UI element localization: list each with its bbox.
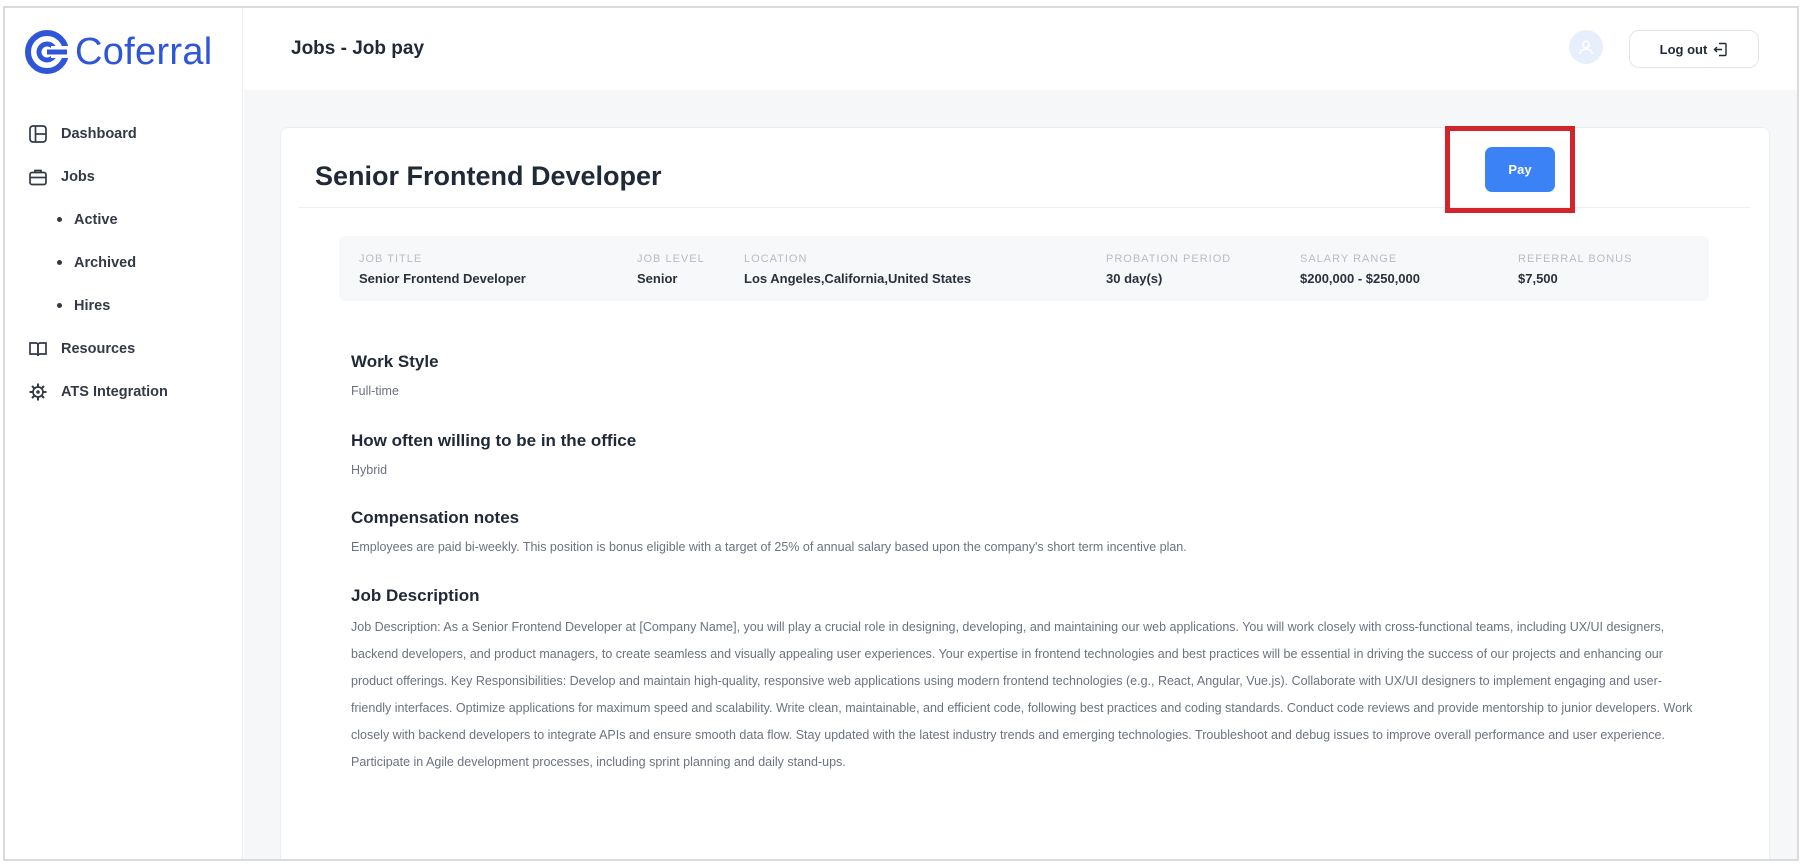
- section-office-frequency: How often willing to be in the office Hy…: [351, 431, 1701, 477]
- sidebar-item-label: Hires: [74, 297, 111, 314]
- job-summary-bar: JOB TITLE Senior Frontend Developer JOB …: [339, 236, 1709, 301]
- summary-job-title: JOB TITLE Senior Frontend Developer: [359, 253, 526, 286]
- section-body: Job Description: As a Senior Frontend De…: [351, 620, 1693, 769]
- logout-button[interactable]: Log out: [1629, 30, 1759, 68]
- section-heading: Work Style: [351, 352, 439, 371]
- top-header: Jobs - Job pay Log out: [244, 8, 1797, 90]
- sidebar-item-jobs[interactable]: Jobs: [27, 155, 227, 198]
- sidebar-item-dashboard[interactable]: Dashboard: [27, 112, 227, 155]
- sidebar-item-label: Archived: [74, 254, 137, 271]
- summary-value: Senior Frontend Developer: [359, 271, 526, 286]
- summary-label: LOCATION: [744, 253, 808, 265]
- sidebar: Coferral Dashboard Jobs Active Archived …: [5, 8, 243, 859]
- sidebar-item-active[interactable]: Active: [27, 198, 227, 241]
- sidebar-item-label: Jobs: [61, 168, 95, 185]
- sidebar-item-label: Dashboard: [61, 125, 137, 142]
- section-body: Hybrid: [351, 463, 388, 477]
- summary-location: LOCATION Los Angeles,California,United S…: [744, 253, 971, 286]
- brand-name: Coferral: [75, 30, 213, 73]
- summary-label: JOB LEVEL: [637, 253, 705, 265]
- sidebar-item-archived[interactable]: Archived: [27, 241, 227, 284]
- sidebar-nav: Dashboard Jobs Active Archived Hires Res…: [27, 112, 227, 413]
- summary-label: PROBATION PERIOD: [1106, 253, 1232, 265]
- page-title: Jobs - Job pay: [291, 38, 425, 59]
- gear-icon: [27, 381, 49, 403]
- summary-referral-bonus: REFERRAL BONUS $7,500: [1518, 253, 1632, 286]
- summary-label: SALARY RANGE: [1300, 253, 1398, 265]
- summary-value: 30 day(s): [1106, 271, 1163, 286]
- sidebar-item-label: ATS Integration: [61, 383, 168, 400]
- sidebar-item-resources[interactable]: Resources: [27, 327, 227, 370]
- section-body: Employees are paid bi-weekly. This posit…: [351, 540, 1187, 554]
- summary-value: $7,500: [1518, 271, 1558, 286]
- app-window: Coferral Dashboard Jobs Active Archived …: [3, 6, 1799, 861]
- sidebar-item-label: Resources: [61, 340, 136, 357]
- job-card: Senior Frontend Developer JOB TITLE Seni…: [280, 127, 1770, 859]
- pay-button[interactable]: Pay: [1485, 147, 1555, 192]
- summary-salary-range: SALARY RANGE $200,000 - $250,000: [1300, 253, 1420, 286]
- sidebar-item-hires[interactable]: Hires: [27, 284, 227, 327]
- summary-job-level: JOB LEVEL Senior: [637, 253, 705, 286]
- section-heading: Job Description: [351, 586, 480, 605]
- logout-label: Log out: [1659, 41, 1708, 57]
- briefcase-icon: [27, 166, 49, 188]
- section-job-description: Job Description Job Description: As a Se…: [351, 586, 1701, 776]
- bullet-icon: [57, 260, 62, 265]
- bullet-icon: [57, 303, 62, 308]
- dashboard-icon: [27, 123, 49, 145]
- job-title: Senior Frontend Developer: [315, 161, 662, 191]
- section-compensation-notes: Compensation notes Employees are paid bi…: [351, 508, 1701, 554]
- section-heading: How often willing to be in the office: [351, 431, 637, 450]
- summary-value: Senior: [637, 271, 678, 286]
- sidebar-item-ats-integration[interactable]: ATS Integration: [27, 370, 227, 413]
- brand-logo[interactable]: Coferral: [25, 30, 213, 74]
- summary-label: JOB TITLE: [359, 253, 423, 265]
- section-body: Full-time: [351, 384, 399, 398]
- bullet-icon: [57, 217, 62, 222]
- summary-label: REFERRAL BONUS: [1518, 253, 1633, 265]
- summary-value: Los Angeles,California,United States: [744, 271, 972, 286]
- user-avatar[interactable]: [1569, 30, 1603, 64]
- coferral-logo-icon: [25, 30, 69, 74]
- logout-icon: [1713, 42, 1728, 56]
- section-heading: Compensation notes: [351, 508, 520, 527]
- sidebar-item-label: Active: [74, 211, 118, 228]
- book-icon: [27, 338, 49, 360]
- summary-value: $200,000 - $250,000: [1300, 271, 1420, 286]
- section-work-style: Work Style Full-time: [351, 352, 1701, 398]
- summary-probation-period: PROBATION PERIOD 30 day(s): [1106, 253, 1231, 286]
- user-icon: [1578, 40, 1594, 55]
